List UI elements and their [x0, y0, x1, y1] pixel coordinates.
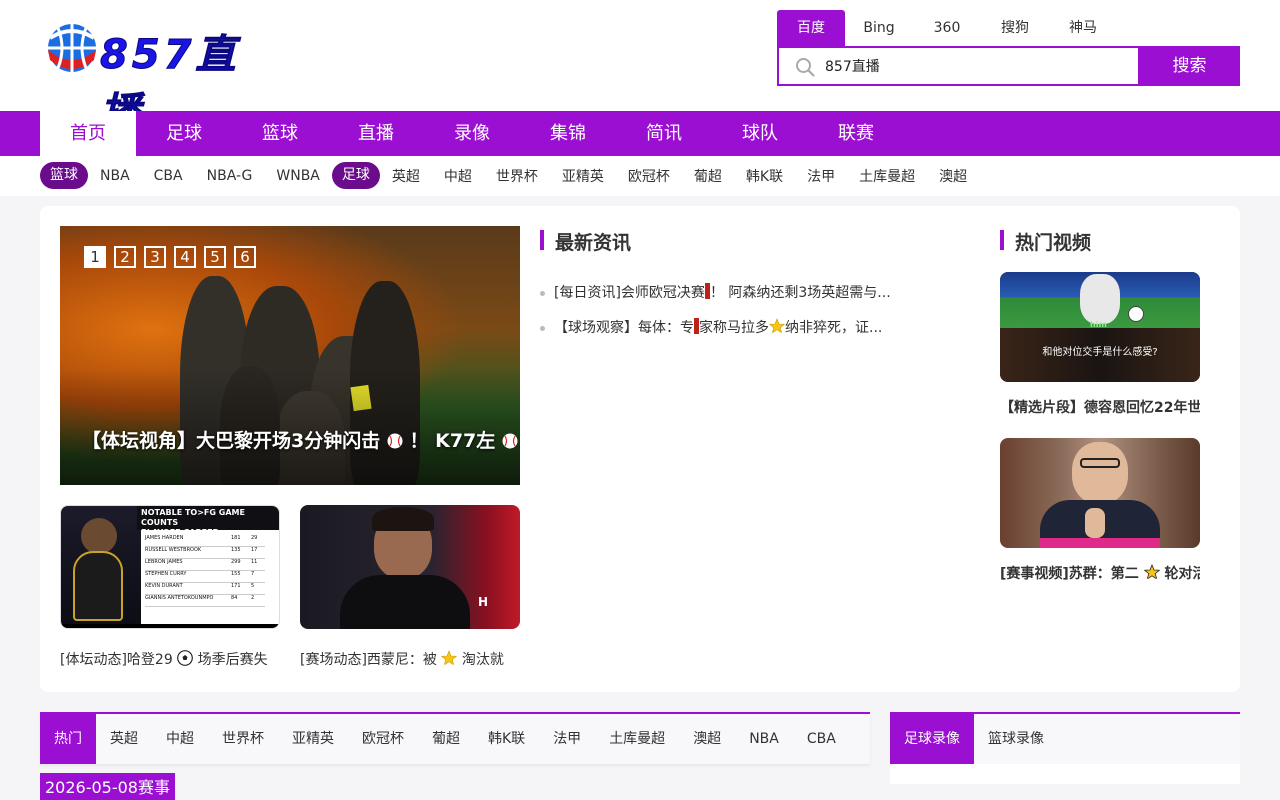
subnav-k-league[interactable]: 韩K联 — [746, 166, 783, 186]
basketball-logo-icon — [48, 24, 96, 72]
nav-home[interactable]: 首页 — [40, 111, 136, 156]
search-button[interactable]: 搜索 — [1139, 46, 1240, 86]
nav-highlights[interactable]: 集锦 — [520, 111, 616, 156]
subnav-nba[interactable]: NBA — [100, 168, 130, 184]
hot-videos-title: 热门视频 — [1000, 228, 1091, 255]
baseball-icon — [387, 433, 403, 449]
tab-ligue1[interactable]: 法甲 — [539, 714, 595, 764]
nav-basketball[interactable]: 篮球 — [232, 111, 328, 156]
video-thumb-dejong: him 和他对位交手是什么感受? — [1000, 272, 1200, 382]
slider-dot-4[interactable]: 4 — [174, 246, 196, 268]
subnav-turkmenistan-league[interactable]: 土库曼超 — [859, 166, 915, 186]
replay-tabs: 足球录像 篮球录像 — [890, 712, 1240, 764]
card-title-harden: [体坛动态]哈登29 场季后赛失 — [60, 650, 268, 668]
card-title-simeone: [赛场动态]西蒙尼：被 淘汰就 — [300, 650, 504, 668]
search-icon — [796, 58, 815, 77]
subnav-liga-portugal[interactable]: 葡超 — [694, 166, 722, 186]
card-table-header: NOTABLE TO>FG GAME COUNTS PLAYOFF CAREER — [141, 508, 245, 537]
slider-dot-3[interactable]: 3 — [144, 246, 166, 268]
nav-live[interactable]: 直播 — [328, 111, 424, 156]
video-thumb-suqun — [1000, 438, 1200, 548]
content-panel: 1 2 3 4 5 6 【体坛视角】大巴黎开场3分钟闪击 ！ K77左 NOTA… — [40, 206, 1240, 692]
tab-turkmenistan-league[interactable]: 土库曼超 — [595, 714, 679, 764]
subnav-csl[interactable]: 中超 — [444, 166, 472, 186]
engine-tab-sogou[interactable]: 搜狗 — [981, 10, 1049, 46]
video-title-dejong: 【精选片段】德容恩回忆22年世 — [1000, 400, 1200, 416]
tab-epl[interactable]: 英超 — [96, 714, 152, 764]
video-card-suqun[interactable]: [赛事视频]苏群：第二 轮对活 — [1000, 438, 1200, 583]
baseball-icon — [502, 433, 518, 449]
star-icon — [769, 318, 785, 334]
hero-caption: 【体坛视角】大巴黎开场3分钟闪击 ！ K77左 — [82, 426, 518, 453]
tab-basketball-replay[interactable]: 篮球录像 — [974, 714, 1058, 764]
latest-news-list: [每日资讯]会师欧冠决赛！ 阿森纳还剩3场英超需与... 【球场观察】每体：专家… — [540, 281, 920, 351]
subnav-nba-g[interactable]: NBA-G — [207, 168, 253, 184]
news-item[interactable]: 【球场观察】每体：专 家称马拉多 纳非猝死，证... — [540, 316, 920, 351]
tab-world-cup[interactable]: 世界杯 — [208, 714, 278, 764]
tab-hot[interactable]: 热门 — [40, 714, 96, 764]
hero-caption-text-a: 【体坛视角】大巴黎开场3分钟闪击 — [82, 430, 381, 452]
subnav-a-league[interactable]: 澳超 — [939, 166, 967, 186]
news-card-harden[interactable]: NOTABLE TO>FG GAME COUNTS PLAYOFF CAREER… — [60, 505, 280, 669]
video-title-suqun: [赛事视频]苏群：第二 轮对活 — [1000, 564, 1200, 582]
news-item[interactable]: [每日资讯]会师欧冠决赛！ 阿森纳还剩3场英超需与... — [540, 281, 920, 316]
tab-cba[interactable]: CBA — [793, 714, 850, 764]
subnav-cba[interactable]: CBA — [154, 168, 183, 184]
subnav-football-pill[interactable]: 足球 — [331, 162, 380, 189]
subnav-basketball-pill[interactable]: 篮球 — [40, 162, 88, 189]
engine-tab-baidu[interactable]: 百度 — [777, 10, 845, 46]
video-tag-text: him — [1090, 320, 1107, 329]
nav-replay[interactable]: 录像 — [424, 111, 520, 156]
main-nav: 首页 足球 篮球 直播 录像 集锦 简讯 球队 联赛 — [0, 111, 1280, 156]
subnav-epl[interactable]: 英超 — [392, 166, 420, 186]
card-stats-table: JAMES HARDEN 181 29 RUSSELL WESTBROOK 135 17… — [145, 535, 265, 607]
engine-tab-360[interactable]: 360 — [913, 10, 981, 46]
subnav-acl-elite[interactable]: 亚精英 — [562, 166, 604, 186]
tab-k-league[interactable]: 韩K联 — [474, 714, 539, 764]
star-icon — [441, 650, 458, 666]
video-card-dejong[interactable]: him 和他对位交手是什么感受? 【精选片段】德容恩回忆22年世 — [1000, 272, 1200, 417]
hero-caption-text-b: ！ K77左 — [409, 430, 496, 452]
slider-dot-5[interactable]: 5 — [204, 246, 226, 268]
hero-slider[interactable]: 1 2 3 4 5 6 【体坛视角】大巴黎开场3分钟闪击 ！ K77左 — [60, 226, 520, 485]
search-engine-tabs: 百度 Bing 360 搜狗 神马 — [777, 10, 1117, 46]
match-tabs: 热门 英超 中超 世界杯 亚精英 欧冠杯 葡超 韩K联 法甲 土库曼超 澳超 N… — [40, 712, 870, 764]
card-image-simeone: H — [300, 505, 520, 629]
sparkle-star-icon — [1143, 564, 1160, 580]
tab-football-replay[interactable]: 足球录像 — [890, 714, 974, 764]
latest-news-title: 最新资讯 — [540, 228, 631, 255]
replay-list — [890, 764, 1240, 784]
sub-nav: 篮球 NBA CBA NBA-G WNBA 足球 英超 中超 世界杯 亚精英 欧… — [0, 156, 1280, 196]
subnav-ucl[interactable]: 欧冠杯 — [628, 166, 670, 186]
subnav-wnba[interactable]: WNBA — [276, 168, 320, 184]
search-box — [777, 46, 1140, 86]
match-date-tag: 2026-05-08赛事 — [40, 773, 175, 800]
tab-csl[interactable]: 中超 — [152, 714, 208, 764]
site-logo[interactable]: 857直播 — [44, 18, 274, 137]
slider-dot-1[interactable]: 1 — [84, 246, 106, 268]
subnav-world-cup[interactable]: 世界杯 — [496, 166, 538, 186]
card-image-harden: NOTABLE TO>FG GAME COUNTS PLAYOFF CAREER… — [60, 505, 280, 629]
search-input[interactable] — [825, 48, 1125, 84]
nav-briefs[interactable]: 简讯 — [616, 111, 712, 156]
nav-football[interactable]: 足球 — [136, 111, 232, 156]
soccer-ball-icon — [177, 650, 194, 666]
video-subtitle: 和他对位交手是什么感受? — [1042, 347, 1158, 358]
subnav-ligue1[interactable]: 法甲 — [807, 166, 835, 186]
tab-liga-portugal[interactable]: 葡超 — [418, 714, 474, 764]
slider-dot-6[interactable]: 6 — [234, 246, 256, 268]
slider-dots: 1 2 3 4 5 6 — [84, 246, 256, 268]
nav-leagues[interactable]: 联赛 — [808, 111, 904, 156]
tab-acl-elite[interactable]: 亚精英 — [278, 714, 348, 764]
news-card-simeone[interactable]: H [赛场动态]西蒙尼：被 淘汰就 — [300, 505, 520, 669]
tab-ucl[interactable]: 欧冠杯 — [348, 714, 418, 764]
nav-teams[interactable]: 球队 — [712, 111, 808, 156]
engine-tab-shenma[interactable]: 神马 — [1049, 10, 1117, 46]
header: 857直播 百度 Bing 360 搜狗 神马 搜索 — [0, 0, 1280, 137]
tab-nba[interactable]: NBA — [735, 714, 793, 764]
slider-dot-2[interactable]: 2 — [114, 246, 136, 268]
tab-a-league[interactable]: 澳超 — [679, 714, 735, 764]
engine-tab-bing[interactable]: Bing — [845, 10, 913, 46]
